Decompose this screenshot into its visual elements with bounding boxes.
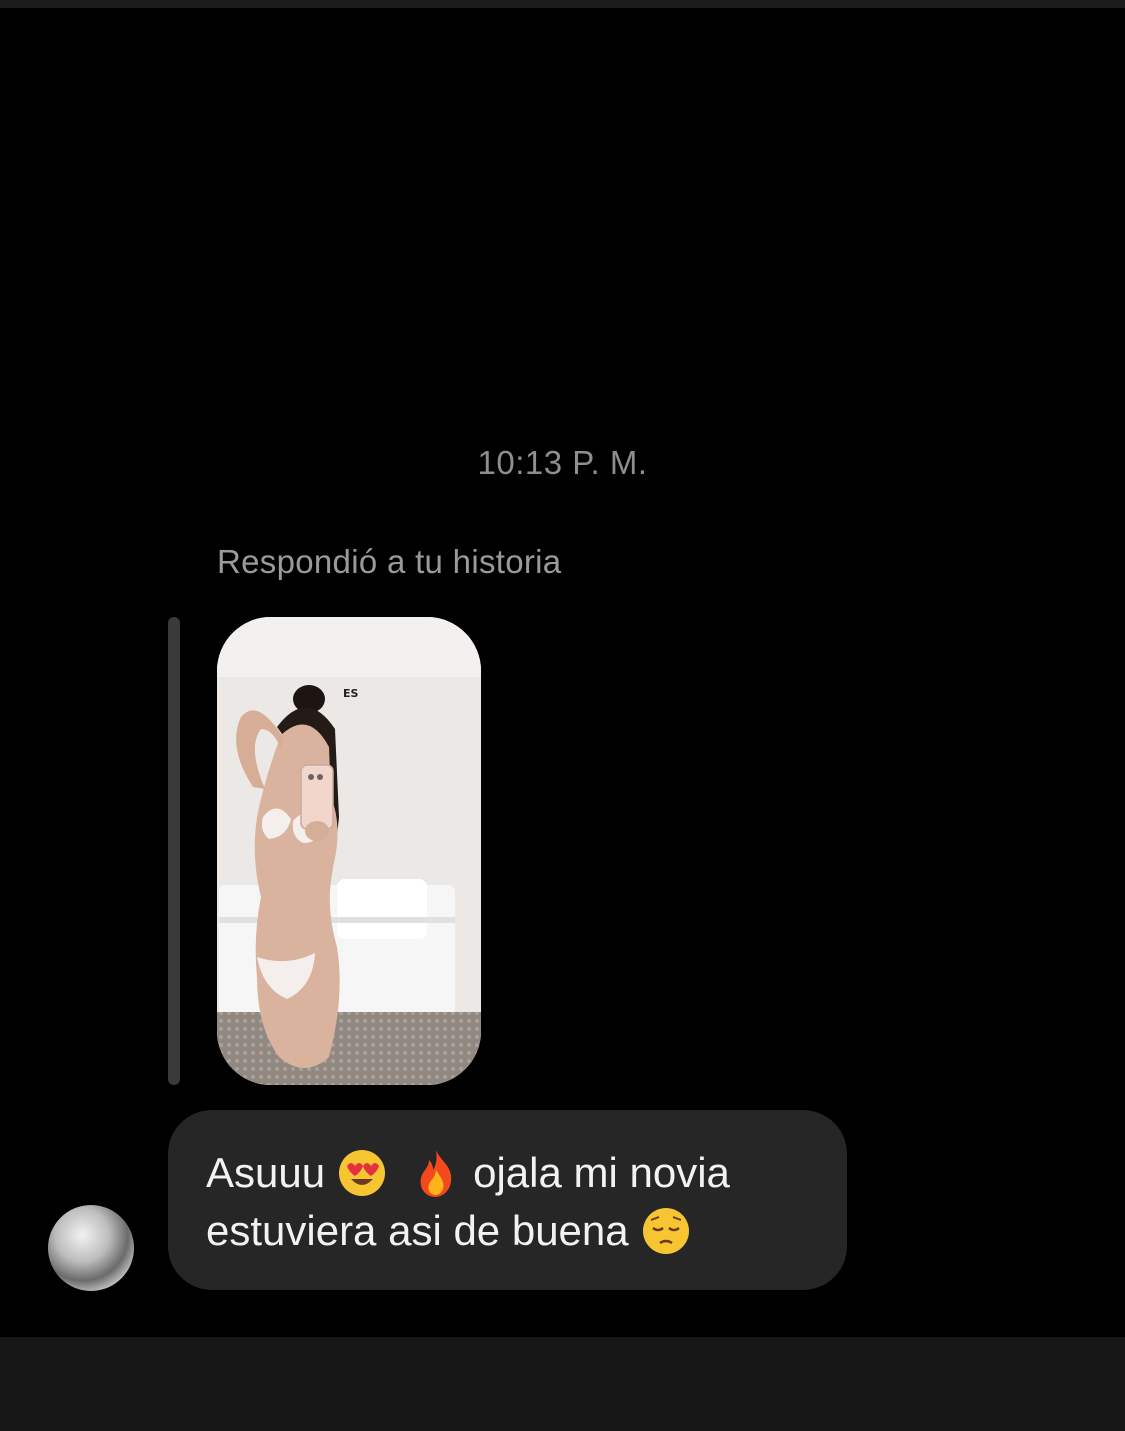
top-divider [0,0,1125,8]
story-sticker-text: ES [343,687,359,700]
message-text-rest: ojala mi novia [473,1149,730,1196]
message-bubble[interactable]: Asuuu ojala mi novia estuviera asi de bu… [168,1110,847,1290]
bottom-composer-bar [0,1337,1125,1431]
pensive-emoji [642,1208,689,1254]
message-line-2: estuviera asi de buena [206,1202,811,1260]
fire-emoji [420,1150,452,1197]
heart-eyes-emoji [339,1150,386,1196]
message-text-line2: estuviera asi de buena [206,1207,629,1254]
story-reply-label: Respondió a tu historia [217,543,562,580]
message-timestamp: 10:13 P. M. [477,444,648,481]
sender-avatar[interactable] [48,1205,134,1291]
story-preview-thumbnail[interactable]: ES [217,617,481,1085]
message-line-1: Asuuu ojala mi novia [206,1144,811,1202]
reply-indicator-bar [168,617,180,1085]
message-text-start: Asuuu [206,1149,326,1196]
